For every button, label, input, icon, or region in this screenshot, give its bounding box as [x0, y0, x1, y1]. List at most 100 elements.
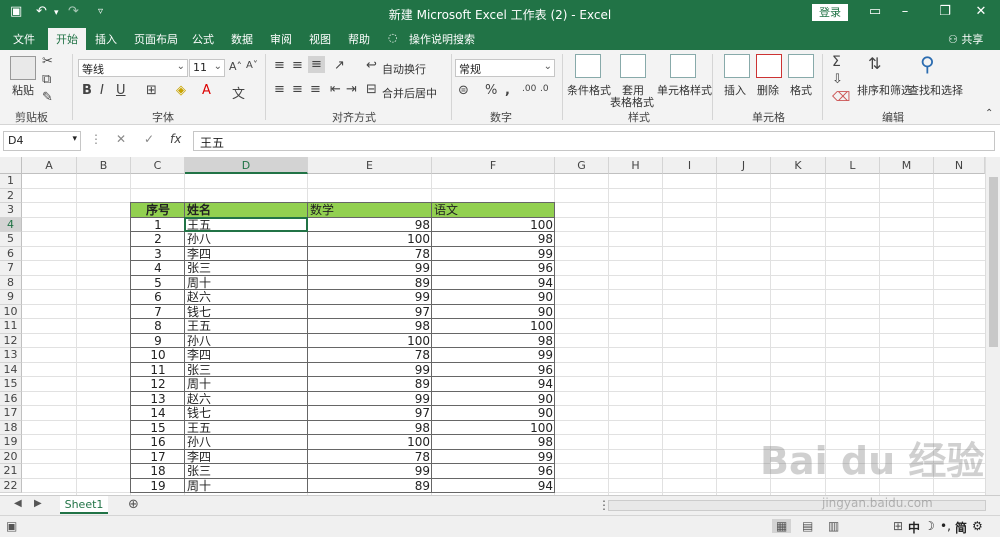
table-cell[interactable]: 周十 [185, 479, 308, 494]
table-cell[interactable]: 3 [131, 247, 185, 262]
column-header-n[interactable]: N [934, 157, 985, 174]
font-name-select[interactable]: 等线 ⌄ [78, 59, 188, 77]
column-header-l[interactable]: L [826, 157, 880, 174]
percent-icon[interactable]: % [485, 83, 497, 98]
row-header-4[interactable]: 4 [0, 217, 22, 232]
row-header-14[interactable]: 14 [0, 362, 22, 377]
number-format-select[interactable]: 常规 ⌄ [455, 59, 555, 77]
increase-decimal-icon[interactable]: .00 [522, 84, 536, 94]
column-header-c[interactable]: C [131, 157, 185, 174]
align-center-icon[interactable]: ≡ [292, 82, 303, 97]
column-header-g[interactable]: G [555, 157, 609, 174]
format-table-icon[interactable] [620, 54, 646, 78]
table-cell[interactable]: 89 [308, 479, 432, 494]
align-top-icon[interactable]: ≡ [274, 58, 285, 73]
format-cells-button[interactable]: 格式 [790, 82, 812, 98]
cell-styles-icon[interactable] [670, 54, 696, 78]
minimize-icon[interactable]: – [890, 4, 920, 19]
italic-button[interactable]: I [100, 83, 104, 98]
find-select-button[interactable]: 查找和选择 [908, 82, 963, 98]
table-cell[interactable]: 15 [131, 421, 185, 436]
tell-me-search[interactable]: 操作说明搜索 [409, 31, 475, 47]
bold-button[interactable]: B [82, 83, 92, 98]
table-cell[interactable]: 89 [308, 377, 432, 392]
table-cell[interactable]: 97 [308, 305, 432, 320]
table-cell[interactable]: 96 [432, 464, 555, 479]
table-cell[interactable]: 96 [432, 261, 555, 276]
page-layout-view-icon[interactable]: ▤ [802, 519, 813, 533]
table-cell[interactable]: 98 [432, 232, 555, 247]
decrease-indent-icon[interactable]: ⇤ [330, 82, 341, 97]
column-header-e[interactable]: E [308, 157, 432, 174]
row-header-18[interactable]: 18 [0, 420, 22, 435]
search-icon[interactable]: ⚲ [920, 52, 935, 76]
ime-grid-icon[interactable]: ⊞ [893, 519, 903, 533]
vertical-scroll-thumb[interactable] [989, 177, 998, 347]
row-header-17[interactable]: 17 [0, 406, 22, 421]
table-cell[interactable]: 钱七 [185, 305, 308, 320]
increase-indent-icon[interactable]: ⇥ [346, 82, 357, 97]
phonetic-icon[interactable]: 文 [232, 83, 245, 102]
table-cell[interactable]: 8 [131, 319, 185, 334]
table-cell[interactable]: 90 [432, 305, 555, 320]
table-cell[interactable]: 张三 [185, 464, 308, 479]
paste-button[interactable]: 粘贴 [12, 82, 34, 98]
table-cell[interactable]: 99 [432, 348, 555, 363]
font-color-icon[interactable]: A [202, 83, 211, 98]
format-painter-icon[interactable]: ✎ [42, 90, 53, 105]
increase-font-icon[interactable]: A˄ [229, 60, 242, 73]
table-cell[interactable]: 78 [308, 348, 432, 363]
column-header-j[interactable]: J [717, 157, 771, 174]
autosum-icon[interactable]: Σ [832, 54, 841, 70]
tab-review[interactable]: 审阅 [270, 31, 292, 47]
row-header-7[interactable]: 7 [0, 261, 22, 276]
table-cell[interactable]: 周十 [185, 276, 308, 291]
align-left-icon[interactable]: ≡ [274, 82, 285, 97]
table-cell[interactable]: 90 [432, 392, 555, 407]
column-header-b[interactable]: B [77, 157, 131, 174]
tab-page-layout[interactable]: 页面布局 [134, 31, 178, 47]
row-header-8[interactable]: 8 [0, 275, 22, 290]
table-cell[interactable]: 11 [131, 363, 185, 378]
row-header-19[interactable]: 19 [0, 435, 22, 450]
table-cell[interactable]: 王五 [185, 319, 308, 334]
table-cell[interactable]: 100 [308, 232, 432, 247]
ribbon-display-icon[interactable]: ▭ [860, 4, 890, 19]
row-header-10[interactable]: 10 [0, 304, 22, 319]
format-cells-icon[interactable] [788, 54, 814, 78]
comma-icon[interactable]: , [505, 83, 510, 98]
formula-input[interactable]: 王五 [193, 131, 995, 151]
table-cell[interactable]: 张三 [185, 363, 308, 378]
row-header-11[interactable]: 11 [0, 319, 22, 334]
decrease-font-icon[interactable]: A˅ [246, 60, 258, 71]
table-cell[interactable]: 7 [131, 305, 185, 320]
close-icon[interactable]: ✕ [966, 4, 996, 19]
restore-icon[interactable]: ❐ [930, 4, 960, 19]
table-cell[interactable]: 2 [131, 232, 185, 247]
table-cell[interactable]: 12 [131, 377, 185, 392]
table-cell[interactable]: 78 [308, 247, 432, 262]
table-cell[interactable]: 98 [432, 334, 555, 349]
table-cell[interactable]: 赵六 [185, 290, 308, 305]
table-header-cell[interactable]: 姓名 [185, 203, 308, 218]
table-cell[interactable]: 4 [131, 261, 185, 276]
row-header-15[interactable]: 15 [0, 377, 22, 392]
conditional-format-icon[interactable] [575, 54, 601, 78]
row-header-3[interactable]: 3 [0, 203, 22, 218]
table-cell[interactable]: 98 [308, 218, 432, 233]
tab-help[interactable]: 帮助 [348, 31, 370, 47]
table-cell[interactable]: 97 [308, 406, 432, 421]
currency-icon[interactable]: ⊜ [458, 83, 469, 98]
table-cell[interactable]: 99 [308, 363, 432, 378]
tab-insert[interactable]: 插入 [95, 31, 117, 47]
table-cell[interactable]: 90 [432, 290, 555, 305]
row-header-9[interactable]: 9 [0, 290, 22, 305]
select-all-corner[interactable] [0, 157, 22, 174]
table-cell[interactable]: 孙八 [185, 334, 308, 349]
table-cell[interactable]: 89 [308, 276, 432, 291]
table-cell[interactable]: 王五 [185, 421, 308, 436]
add-sheet-icon[interactable]: ⊕ [128, 497, 139, 512]
sort-filter-button[interactable]: 排序和筛选 [857, 82, 912, 98]
table-cell[interactable]: 10 [131, 348, 185, 363]
cancel-icon[interactable]: ✕ [116, 132, 126, 146]
